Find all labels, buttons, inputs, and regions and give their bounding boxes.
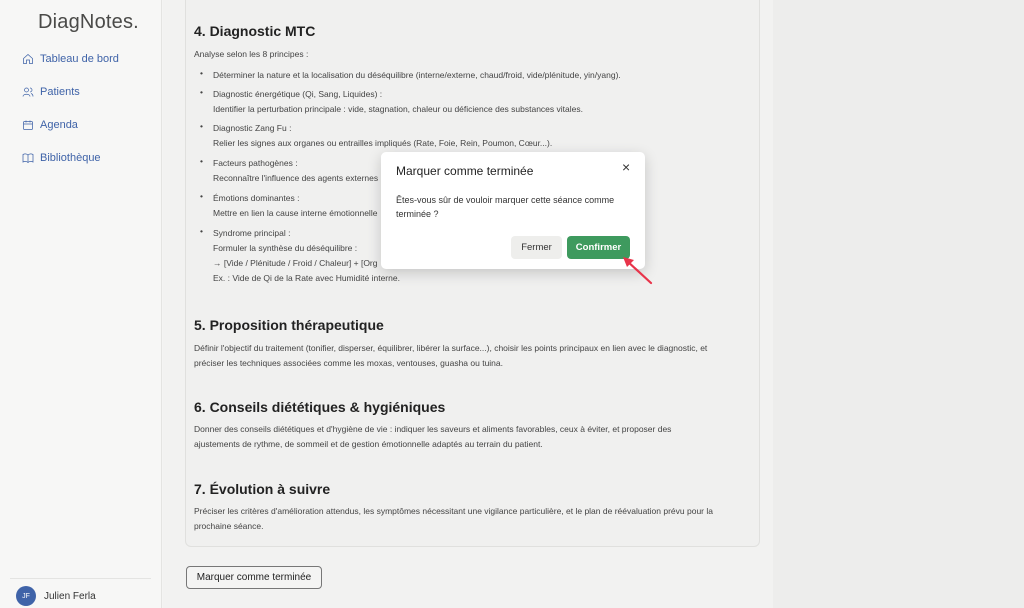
close-icon[interactable]: × — [622, 159, 630, 175]
dialog-title: Marquer comme terminée — [396, 164, 534, 178]
cancel-button[interactable]: Fermer — [511, 236, 562, 259]
dialog-message: Êtes-vous sûr de vouloir marquer cette s… — [396, 195, 615, 219]
confirm-dialog: Marquer comme terminée × Êtes-vous sûr d… — [381, 152, 645, 269]
modal-backdrop[interactable] — [0, 0, 1024, 608]
pointer-arrow-icon — [623, 257, 653, 285]
